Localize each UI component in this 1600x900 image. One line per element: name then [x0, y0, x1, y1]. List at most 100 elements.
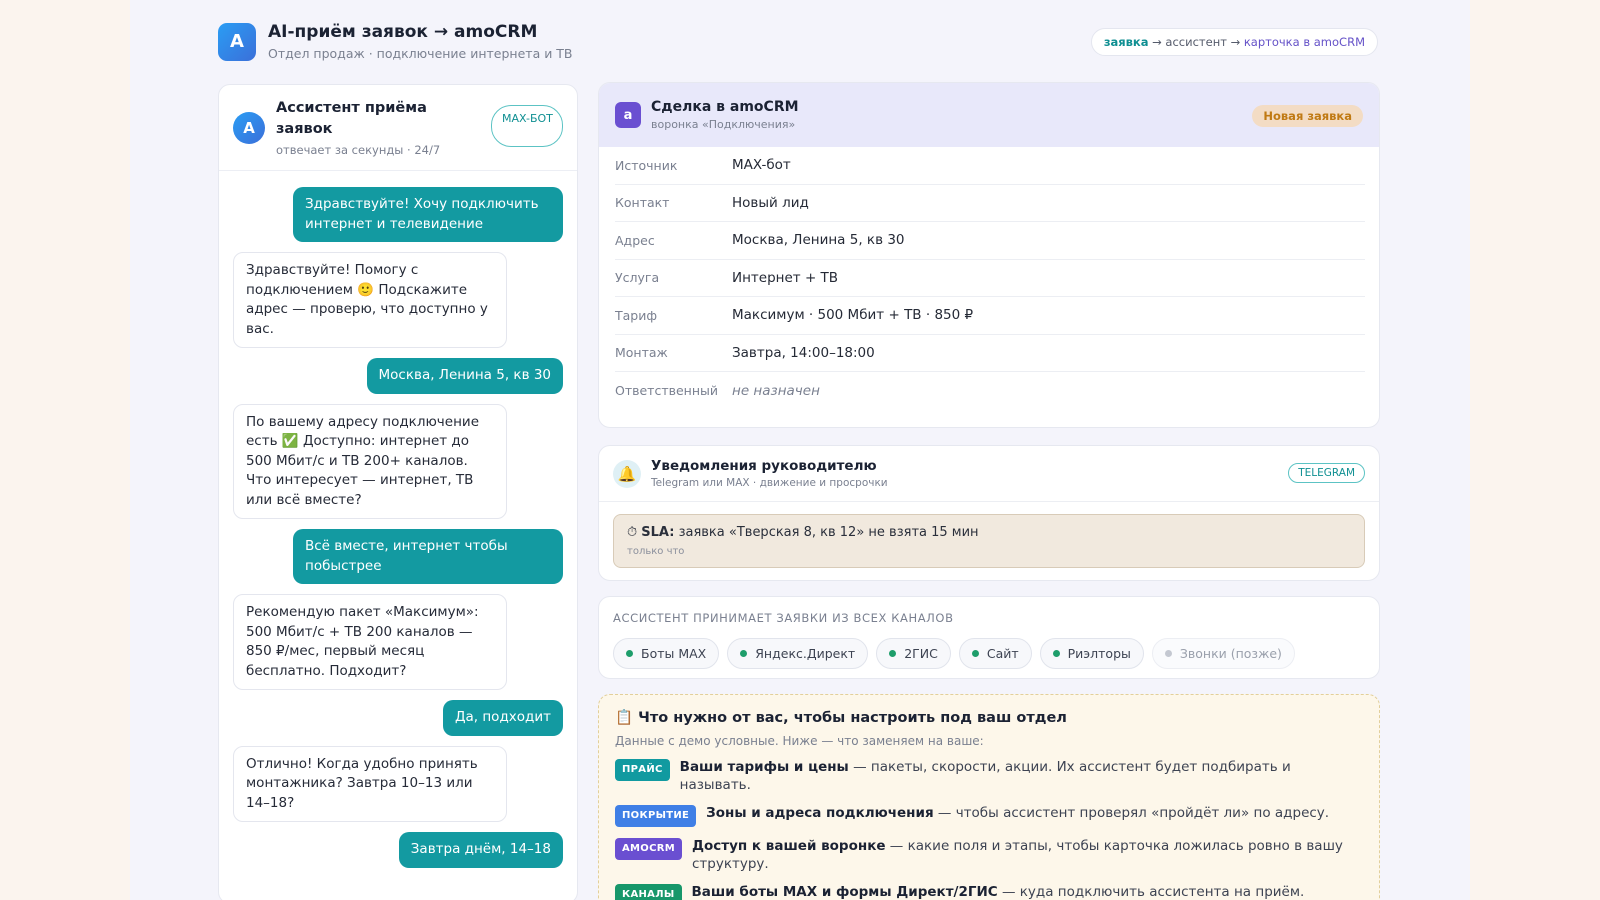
setup-item-title: Ваши тарифы и цены	[679, 759, 849, 775]
user-message: Да, подходит	[442, 700, 563, 736]
flow-step-card: карточка в amoCRM	[1243, 35, 1365, 49]
setup-item-text: Зоны и адреса подключения — чтобы ассист…	[706, 804, 1329, 822]
assistant-status: отвечает за секунды · 24/7	[276, 143, 441, 157]
setup-item-tag: AMOCRM	[615, 838, 682, 860]
app-logo: A	[218, 22, 256, 61]
setup-item-title: Ваши боты MAX и формы Директ/2ГИС	[691, 884, 998, 900]
setup-item-tag: ПРАЙС	[615, 759, 670, 781]
deal-pipeline: воронка «Подключения»	[651, 118, 796, 131]
sla-message: заявка «Тверская 8, кв 12» не взята 15 м…	[674, 525, 979, 540]
setup-card: 📋 Что нужно от вас, чтобы настроить под …	[598, 694, 1380, 900]
amocrm-icon: a	[615, 102, 641, 128]
setup-item-title: Доступ к вашей воронке	[691, 838, 886, 854]
deal-field-row: Контакт Новый лид	[615, 185, 1365, 222]
status-dot-icon	[740, 650, 748, 657]
deal-field-label: Тариф	[615, 307, 658, 323]
header-text: AI-приём заявок → amoCRM Отдел продаж · …	[268, 22, 573, 61]
assistant-avatar: A	[233, 111, 265, 144]
deal-field-row: Тариф Максимум · 500 Мбит + ТВ · 850 ₽	[615, 297, 1365, 335]
user-message: Москва, Ленина 5, кв 30	[366, 358, 563, 394]
deal-fields: Источник MAX-бот Контакт Новый лид Адрес Моск…	[599, 147, 1379, 410]
clipboard-icon: 📋	[615, 710, 634, 726]
setup-item-tag: КАНАЛЫ	[615, 884, 682, 900]
status-dot-icon	[971, 650, 979, 657]
telegram-badge: TELEGRAM	[1288, 463, 1365, 483]
channel-chip-label: 2ГИС	[904, 646, 938, 661]
deal-field-row: Ответственный не назначен	[615, 372, 1365, 410]
sla-alert-text: ⏱ SLA: заявка «Тверская 8, кв 12» не взя…	[627, 525, 1351, 540]
deal-field-row: Монтаж Завтра, 14:00–18:00	[615, 335, 1365, 372]
channel-chip[interactable]: Звонки (позже)	[1151, 638, 1295, 669]
deal-field-value: MAX-бот	[732, 157, 791, 174]
flow-step-request: заявка	[1103, 35, 1149, 49]
notifications-subtitle: Telegram или MAX · движение и просрочки	[651, 477, 888, 489]
bell-icon: 🔔	[613, 459, 641, 488]
page-title: AI-приём заявок → amoCRM	[268, 22, 538, 42]
status-dot-icon	[626, 650, 633, 657]
deal-field-value: Завтра, 14:00–18:00	[732, 344, 875, 361]
sla-alert[interactable]: ⏱ SLA: заявка «Тверская 8, кв 12» не взя…	[613, 514, 1365, 568]
deal-field-value: Интернет + ТВ	[732, 269, 839, 286]
deal-field-row: Источник MAX-бот	[615, 147, 1365, 185]
chat-title-block: Ассистент приёма заявок отвечает за секу…	[276, 98, 466, 157]
deal-field-label: Услуга	[615, 270, 660, 286]
channels-title: АССИСТЕНТ ПРИНИМАЕТ ЗАЯВКИ ИЗ ВСЕХ КАНАЛ…	[613, 611, 954, 625]
channel-chip-label: Сайт	[986, 646, 1019, 661]
page-background: A AI-приём заявок → amoCRM Отдел продаж …	[130, 0, 1470, 900]
notifications-card: 🔔 Уведомления руководителю Telegram или …	[598, 445, 1380, 581]
channel-chip-label: Звонки (позже)	[1179, 646, 1282, 661]
setup-subtitle: Данные с демо условные. Ниже — что замен…	[615, 734, 984, 748]
deal-header: a Сделка в amoCRM воронка «Подключения» …	[599, 83, 1379, 147]
channel-chips: Боты MAX Яндекс.Директ 2ГИС Сайт Риэлторы Зво…	[613, 638, 1365, 669]
channel-chip[interactable]: Яндекс.Директ	[727, 638, 869, 669]
deal-field-label: Монтаж	[615, 345, 668, 361]
flow-step-assistant: → ассистент →	[1148, 35, 1244, 49]
setup-item-description: — чтобы ассистент проверял «пройдёт ли» …	[933, 805, 1330, 821]
deal-field-value: Новый лид	[732, 194, 809, 211]
deal-title: Сделка в amoCRM	[651, 99, 799, 115]
deal-field-label: Контакт	[615, 195, 670, 211]
user-message: Завтра днём, 14–18	[398, 832, 563, 868]
channel-chip[interactable]: Риэлторы	[1039, 638, 1144, 669]
deal-field-label: Адрес	[615, 232, 655, 248]
channel-chip[interactable]: Боты MAX	[613, 638, 720, 669]
channel-chip-label: Яндекс.Директ	[755, 646, 856, 661]
setup-items: ПРАЙС Ваши тарифы и цены — пакеты, скорос…	[615, 758, 1363, 900]
setup-item-tag: ПОКРЫТИЕ	[615, 805, 697, 827]
bot-message: Рекомендую пакет «Максимум»: 500 Мбит/с …	[233, 594, 507, 690]
channel-chip[interactable]: Сайт	[958, 638, 1032, 669]
status-dot-icon	[1164, 650, 1172, 657]
setup-title-text: Что нужно от вас, чтобы настроить под ва…	[638, 710, 1067, 726]
setup-item-text: Ваши тарифы и цены — пакеты, скорости, а…	[680, 758, 1363, 794]
deal-card: a Сделка в amoCRM воронка «Подключения» …	[598, 82, 1380, 428]
setup-item-title: Зоны и адреса подключения	[706, 805, 934, 821]
channel-chip[interactable]: 2ГИС	[876, 638, 951, 669]
status-dot-icon	[1052, 650, 1060, 657]
setup-item-text: Ваши боты MAX и формы Директ/2ГИС — куда…	[692, 883, 1305, 900]
setup-item: ПОКРЫТИЕ Зоны и адреса подключения — чтоб…	[615, 804, 1363, 827]
channel-chip-label: Риэлторы	[1067, 646, 1131, 661]
bot-message: По вашему адресу подключение есть ✅ Дост…	[233, 403, 507, 519]
notifications-title-block: Уведомления руководителю Telegram или MA…	[651, 458, 888, 489]
notifications-header: 🔔 Уведомления руководителю Telegram или …	[599, 446, 1379, 502]
assistant-name: Ассистент приёма заявок	[276, 100, 427, 137]
channel-chip-label: Боты MAX	[641, 646, 707, 661]
setup-item: КАНАЛЫ Ваши боты MAX и формы Директ/2ГИС …	[615, 883, 1363, 900]
deal-field-label: Источник	[615, 157, 678, 173]
user-message: Здравствуйте! Хочу подключить интернет и…	[293, 187, 563, 242]
deal-field-label: Ответственный	[615, 383, 719, 399]
setup-item-description: — куда подключить ассистента на приём.	[997, 884, 1305, 900]
chat-panel: A Ассистент приёма заявок отвечает за се…	[218, 84, 578, 900]
status-badge: Новая заявка	[1252, 105, 1363, 127]
deal-field-value: Максимум · 500 Мбит + ТВ · 850 ₽	[732, 307, 974, 324]
status-dot-icon	[889, 650, 897, 657]
flow-breadcrumb: заявка → ассистент → карточка в amoCRM	[1090, 28, 1378, 56]
message-list: Здравствуйте! Хочу подключить интернет и…	[219, 171, 577, 868]
page-subtitle: Отдел продаж · подключение интернета и Т…	[268, 46, 573, 61]
setup-title: 📋 Что нужно от вас, чтобы настроить под …	[615, 709, 1363, 726]
deal-field-value: Москва, Ленина 5, кв 30	[732, 232, 905, 249]
user-message: Всё вместе, интернет чтобы побыстрее	[293, 529, 563, 584]
sla-label: SLA:	[641, 525, 675, 540]
bot-message: Здравствуйте! Помогу с подключением 🙂 По…	[233, 252, 507, 348]
chat-header: A Ассистент приёма заявок отвечает за се…	[219, 85, 577, 171]
